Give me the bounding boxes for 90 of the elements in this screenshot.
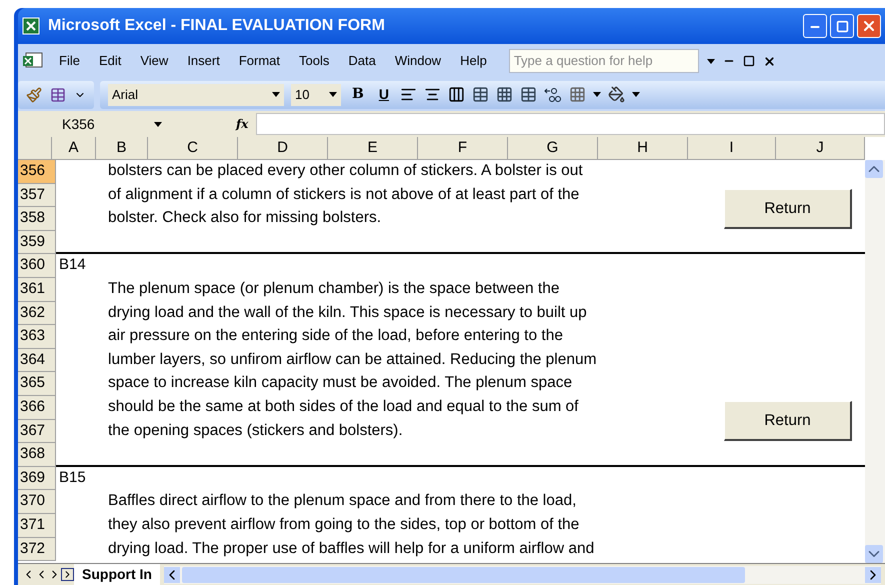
fill-color-icon — [608, 86, 625, 103]
row-header[interactable]: 367 — [18, 420, 56, 444]
cell-text: they also prevent airflow from going to the sides, top or bottom of the — [108, 514, 580, 535]
caret-icon — [632, 92, 640, 97]
menu-item[interactable]: Insert — [180, 51, 227, 71]
column-header[interactable]: C — [148, 137, 238, 159]
column-header[interactable]: B — [96, 137, 148, 159]
column-header[interactable]: G — [508, 137, 598, 159]
cell-text: space to increase kiln capacity must be avoided. The plenum space — [108, 373, 572, 394]
font-dropdown[interactable]: Arial — [108, 84, 284, 106]
close-workbook-icon — [762, 54, 776, 68]
cell-text: Baffles direct airflow to the plenum space and from there to the load, — [108, 491, 576, 512]
column-header[interactable]: H — [598, 137, 688, 159]
cell-text: of alignment if a column of stickers is not above of at least part of the — [108, 184, 580, 205]
row-header[interactable]: 360 — [18, 254, 56, 278]
borders-icon — [568, 86, 586, 103]
vertical-scrollbar[interactable] — [865, 160, 885, 563]
scroll-right-icon — [865, 566, 881, 582]
column-header[interactable]: A — [52, 137, 96, 159]
scroll-left-icon — [164, 566, 180, 582]
column-header[interactable]: D — [238, 137, 328, 159]
row-header[interactable]: 369 — [18, 466, 56, 490]
caret-icon — [329, 92, 337, 97]
menu-item[interactable]: Data — [341, 51, 383, 71]
restore-workbook-icon — [742, 55, 755, 67]
cell-text: air pressure on the entering side of the load, before entering to the — [108, 326, 563, 346]
menu-item[interactable]: Tools — [292, 51, 336, 71]
column-header[interactable]: I — [688, 137, 776, 159]
underline-button[interactable]: U — [374, 84, 393, 105]
menu-item[interactable]: Help — [453, 51, 494, 71]
row-header[interactable]: 356 — [18, 160, 56, 184]
last-sheet-icon — [61, 568, 74, 581]
cell-text: The plenum space (or plenum chamber) is the space between the — [108, 278, 560, 299]
excel-logo-icon — [22, 17, 40, 35]
sheet-tab[interactable]: Support In — [74, 564, 160, 585]
maximize-icon — [836, 20, 848, 32]
row-header[interactable]: 359 — [18, 230, 56, 254]
bold-button[interactable]: B — [348, 84, 368, 105]
row-header[interactable]: 366 — [18, 396, 56, 420]
menu-item[interactable]: Window — [388, 51, 448, 71]
menu-item[interactable]: View — [133, 51, 176, 71]
row-header[interactable]: 363 — [18, 325, 56, 349]
row-header[interactable]: 365 — [18, 372, 56, 396]
help-search-field[interactable]: Type a question for help — [508, 49, 699, 73]
return-button[interactable]: Return — [724, 401, 852, 442]
formula-field[interactable] — [256, 113, 885, 135]
cell-text: lumber layers, so unfirom airflow can be attained. Reducing the plenum — [108, 350, 597, 370]
column-header[interactable]: J — [776, 137, 865, 159]
row-header[interactable]: 368 — [18, 443, 56, 467]
cell-text: drying load and the wall of the kiln. This space is necessary to built up — [108, 302, 587, 323]
row-header[interactable]: 361 — [18, 278, 56, 302]
scroll-up-icon — [865, 160, 883, 178]
row-header[interactable]: 357 — [18, 184, 56, 208]
close-icon — [861, 18, 877, 34]
row-header[interactable]: 358 — [18, 207, 56, 231]
window-title: Microsoft Excel - FINAL EVALUATION FORM — [48, 16, 385, 36]
format-painter-icon — [26, 86, 42, 102]
column-header[interactable]: F — [418, 137, 508, 159]
caret-icon — [592, 92, 601, 97]
column-header[interactable]: E — [328, 137, 418, 159]
scroll-down-icon — [865, 545, 883, 563]
return-button[interactable]: Return — [724, 188, 852, 229]
menu-item[interactable]: Edit — [92, 51, 128, 71]
cell-text: the opening spaces (stickers and bolsters). — [108, 420, 403, 441]
row-header[interactable]: 372 — [18, 538, 56, 562]
menu-item[interactable]: File — [52, 51, 87, 71]
name-box[interactable]: K356 — [18, 113, 140, 135]
cell-text: drying load. The proper use of baffles will help for a uniform airflow and — [108, 538, 594, 558]
cell-text: bolster. Check also for missing bolsters. — [108, 208, 382, 228]
close-button[interactable] — [857, 14, 881, 38]
cell-text: should be the same at both sides of the load and equal to the sum of — [108, 396, 578, 417]
font-size-dropdown[interactable]: 10 — [291, 84, 341, 106]
insert-function-label[interactable]: fx — [236, 115, 248, 133]
row-header[interactable]: 364 — [18, 348, 56, 372]
name-box-dropdown-icon — [154, 122, 162, 126]
cell-text: bolsters can be placed every other column of stickers. A bolster is out — [108, 161, 583, 181]
row-header[interactable]: 371 — [18, 514, 56, 538]
row-header[interactable]: 370 — [18, 490, 56, 514]
maximize-button[interactable] — [830, 14, 854, 38]
row-header[interactable]: 362 — [18, 302, 56, 326]
cell-text: B14 — [58, 255, 86, 276]
help-dropdown-icon — [706, 58, 715, 64]
cell-text: B15 — [58, 468, 86, 488]
caret-icon — [272, 92, 280, 97]
horizontal-scrollbar[interactable] — [164, 566, 881, 584]
align-left-icon — [400, 86, 417, 103]
minimize-button[interactable] — [803, 14, 827, 38]
scroll-thumb[interactable] — [182, 566, 745, 582]
menu-item[interactable]: Format — [232, 51, 287, 71]
align-center-icon — [424, 86, 441, 103]
